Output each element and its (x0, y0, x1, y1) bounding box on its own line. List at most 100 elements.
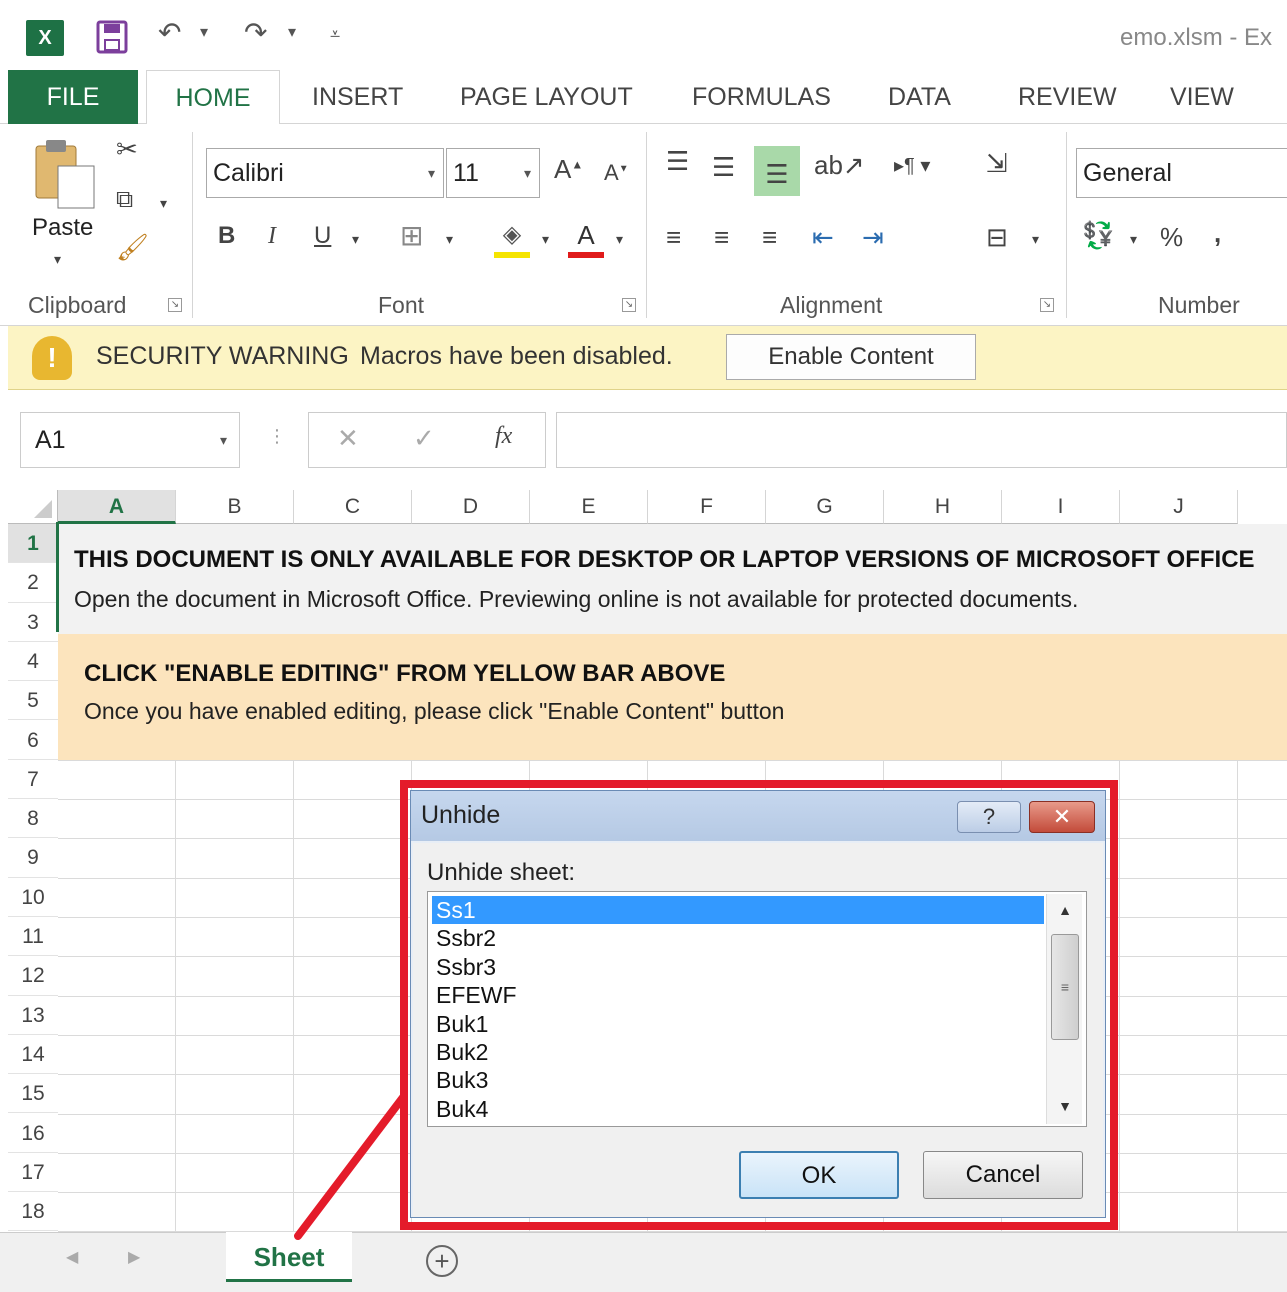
fill-color-dropdown-icon[interactable]: ▾ (542, 232, 549, 246)
font-color-dropdown-icon[interactable]: ▾ (616, 232, 623, 246)
font-launcher-icon[interactable]: ↘ (622, 298, 636, 312)
cancel-button[interactable]: Cancel (923, 1151, 1083, 1199)
row-header[interactable]: 6 (8, 721, 58, 760)
scroll-left-icon[interactable]: ◀ (66, 1247, 78, 1267)
decrease-font-size-icon[interactable]: A▼ (604, 162, 629, 184)
align-center-icon[interactable]: ≡ (714, 224, 729, 250)
redo-icon[interactable]: ↷ (244, 16, 267, 49)
increase-indent-icon[interactable]: ⇥ (862, 224, 884, 250)
sheet-listbox[interactable]: Ss1 Ssbr2 Ssbr3 EFEWF Buk1 Buk2 Buk3 Buk4 ▲ ≡ ▼ (427, 891, 1087, 1127)
formula-input[interactable] (556, 412, 1287, 468)
tab-insert[interactable]: INSERT (312, 70, 403, 124)
column-header[interactable]: G (766, 490, 884, 524)
borders-dropdown-icon[interactable]: ▾ (446, 232, 453, 246)
row-header[interactable]: 12 (8, 956, 58, 996)
orientation-icon[interactable]: ab↗ (814, 152, 865, 178)
paragraph-direction-icon[interactable]: ▸¶ ▾ (894, 156, 930, 176)
format-painter-icon[interactable]: 🖌 (116, 234, 149, 260)
enable-content-button[interactable]: Enable Content (726, 334, 976, 380)
underline-dropdown-icon[interactable]: ▾ (352, 232, 359, 246)
bold-button[interactable]: B (218, 224, 235, 248)
column-header[interactable]: D (412, 490, 530, 524)
scroll-right-icon[interactable]: ▶ (128, 1247, 140, 1267)
font-name-combo[interactable]: Calibri ▾ (206, 148, 444, 198)
column-header[interactable]: A (58, 490, 176, 524)
merge-center-icon[interactable]: ⊟ (986, 224, 1008, 250)
redo-dropdown-icon[interactable]: ▾ (288, 22, 296, 42)
tab-view[interactable]: VIEW (1170, 70, 1234, 124)
percent-style-button[interactable]: % (1160, 224, 1183, 250)
align-right-icon[interactable]: ≡ (762, 224, 777, 250)
list-item[interactable]: Buk2 (432, 1038, 1044, 1066)
wrap-text-icon[interactable]: ⇲ (986, 150, 1008, 176)
help-button[interactable]: ? (957, 801, 1021, 833)
italic-button[interactable]: I (268, 224, 276, 248)
tab-review[interactable]: REVIEW (1018, 70, 1117, 124)
accounting-format-icon[interactable]: 💱 (1082, 222, 1114, 248)
close-button[interactable]: ✕ (1029, 801, 1095, 833)
row-header[interactable]: 15 (8, 1074, 58, 1114)
insert-function-icon[interactable]: fx (495, 423, 512, 450)
dialog-title-bar[interactable]: Unhide ? ✕ (411, 791, 1105, 841)
row-header[interactable]: 18 (8, 1192, 58, 1232)
font-color-icon[interactable]: A (568, 220, 604, 258)
row-header[interactable]: 16 (8, 1114, 58, 1153)
row-header[interactable]: 1 (8, 524, 58, 564)
tab-page-layout[interactable]: PAGE LAYOUT (460, 70, 633, 124)
name-box[interactable]: A1 ▾ (20, 412, 240, 468)
increase-font-size-icon[interactable]: A▲ (554, 156, 583, 182)
save-icon[interactable] (96, 20, 128, 61)
column-header[interactable]: B (176, 490, 294, 524)
font-size-combo[interactable]: 11 ▾ (446, 148, 540, 198)
accounting-dropdown-icon[interactable]: ▾ (1130, 232, 1137, 246)
clipboard-launcher-icon[interactable]: ↘ (168, 298, 182, 312)
row-header[interactable]: 2 (8, 563, 58, 603)
row-header[interactable]: 17 (8, 1153, 58, 1193)
copy-dropdown-icon[interactable]: ▾ (160, 196, 167, 210)
list-item[interactable]: Buk1 (432, 1010, 1044, 1038)
list-item[interactable]: Ssbr3 (432, 953, 1044, 981)
row-header[interactable]: 7 (8, 760, 58, 800)
column-header[interactable]: I (1002, 490, 1120, 524)
column-header[interactable]: H (884, 490, 1002, 524)
list-item[interactable]: EFEWF (432, 981, 1044, 1009)
decrease-indent-icon[interactable]: ⇤ (812, 224, 834, 250)
row-header[interactable]: 9 (8, 838, 58, 878)
align-top-icon[interactable]: ☰ (666, 148, 689, 174)
column-header[interactable]: J (1120, 490, 1238, 524)
paste-label[interactable]: Paste (32, 214, 93, 242)
ok-button[interactable]: OK (739, 1151, 899, 1199)
row-header[interactable]: 11 (8, 917, 58, 957)
scroll-down-icon[interactable]: ▼ (1051, 1094, 1079, 1118)
row-header[interactable]: 8 (8, 799, 58, 839)
list-item[interactable]: Buk4 (432, 1095, 1044, 1123)
row-header[interactable]: 13 (8, 996, 58, 1035)
align-left-icon[interactable]: ≡ (666, 224, 681, 250)
listbox-scrollbar[interactable]: ▲ ≡ ▼ (1046, 894, 1082, 1124)
column-header[interactable]: C (294, 490, 412, 524)
comma-style-button[interactable]: , (1214, 220, 1221, 246)
chevron-down-icon[interactable]: ▾ (220, 413, 227, 467)
copy-icon[interactable]: ⧉ (116, 188, 133, 212)
confirm-entry-icon[interactable]: ✓ (413, 423, 435, 454)
row-header[interactable]: 5 (8, 681, 58, 721)
align-bottom-icon[interactable]: ☰ (754, 146, 800, 196)
column-header[interactable]: F (648, 490, 766, 524)
alignment-launcher-icon[interactable]: ↘ (1040, 298, 1054, 312)
align-middle-icon[interactable]: ☰ (712, 154, 735, 180)
tab-data[interactable]: DATA (888, 70, 951, 124)
row-header[interactable]: 4 (8, 642, 58, 682)
paste-dropdown-icon[interactable]: ▾ (54, 252, 61, 266)
underline-button[interactable]: U (314, 224, 331, 248)
customize-qat-icon[interactable]: ⩡ (330, 24, 340, 45)
row-header[interactable]: 14 (8, 1035, 58, 1075)
number-format-combo[interactable]: General (1076, 148, 1287, 198)
column-header[interactable]: E (530, 490, 648, 524)
tab-formulas[interactable]: FORMULAS (692, 70, 831, 124)
scroll-up-icon[interactable]: ▲ (1051, 898, 1079, 922)
cancel-entry-icon[interactable]: ✕ (337, 423, 359, 454)
cut-icon[interactable]: ✂ (116, 136, 138, 162)
borders-icon[interactable]: ⊞ (400, 222, 423, 250)
select-all-corner[interactable] (8, 490, 58, 524)
fill-color-icon[interactable]: ◈ (494, 220, 530, 258)
